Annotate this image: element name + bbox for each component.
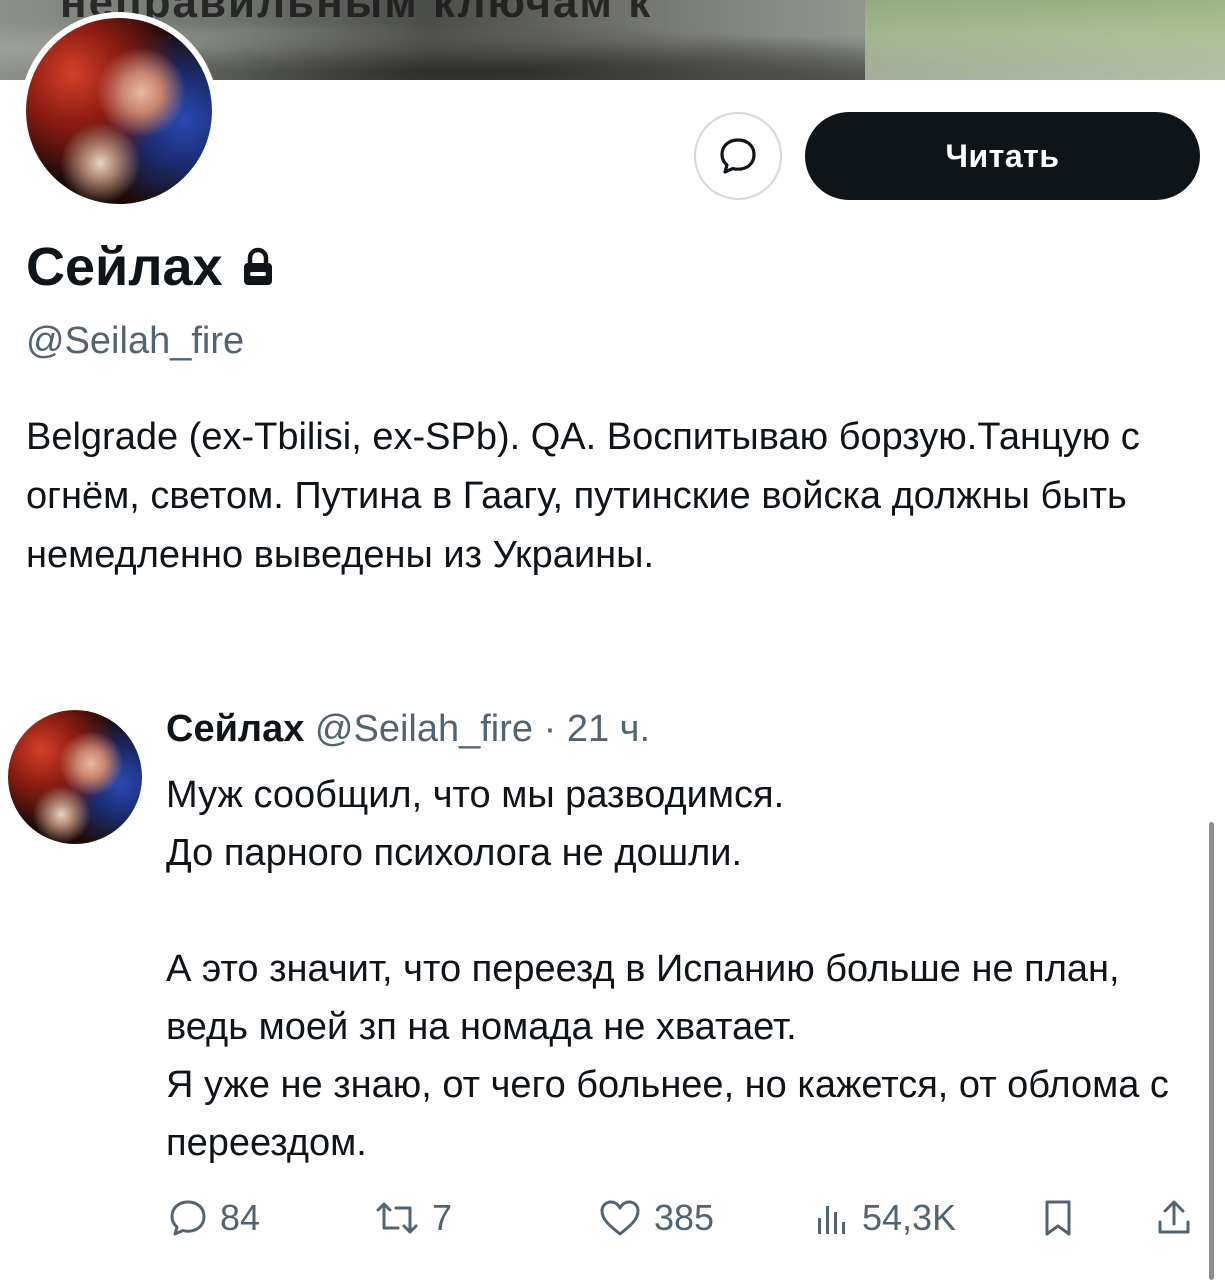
tweet-author-handle[interactable]: @Seilah_fire [315,708,533,750]
tweet-line: Муж сообщил, что мы разводимся. [166,774,785,816]
banner-green-area [865,0,1225,80]
views-count: 54,3K [862,1197,957,1238]
profile-bio: Belgrade (ex-Tbilisi, ex-SPb). QA. Воспи… [26,416,1140,576]
tweet-paragraph: А это значит, что переезд в Испанию боль… [166,948,1120,1048]
share-icon [1158,1200,1190,1234]
tweet-author-avatar[interactable] [8,710,142,844]
tweet-meta-separator: · [543,708,557,750]
heart-icon [600,1200,640,1236]
reply-icon [170,1200,206,1236]
bookmark-icon [1045,1200,1071,1236]
message-icon [720,138,756,174]
tweet-author-avatar-image [8,710,142,844]
tweet-timestamp[interactable]: 21 ч. [567,708,650,750]
bookmark-button[interactable] [1038,1190,1078,1246]
profile-page: неправильным ключам к Читать Сейлах @Sei… [0,0,1225,1280]
repost-button[interactable]: 7 [372,1190,452,1246]
profile-name-row: Сейлах [26,236,275,298]
lock-icon [243,247,272,285]
repost-icon [376,1202,418,1234]
tweet-header: Сейлах @Seilah_fire · 21 ч. [166,708,650,751]
follow-button[interactable]: Читать [805,112,1200,200]
views-button[interactable]: 54,3K [812,1190,956,1246]
reply-count: 84 [220,1197,261,1238]
tweet-paragraph: Я уже не знаю, от чего больнее, но кажет… [166,1064,1169,1164]
tweet-paragraph-gap [166,882,1206,940]
views-chart-icon [818,1206,845,1234]
profile-display-name: Сейлах [26,237,223,297]
tweet-actions: 84 7 385 54,3K [166,1190,1206,1246]
tweet-text: Муж сообщил, что мы разводимся. До парно… [166,766,1206,1172]
profile-avatar[interactable] [20,12,218,210]
profile-handle: @Seilah_fire [26,320,245,362]
message-button[interactable] [694,112,782,200]
like-button[interactable]: 385 [596,1190,714,1246]
like-count: 385 [654,1197,715,1238]
tweet-author-name[interactable]: Сейлах [166,708,304,750]
scrollbar[interactable] [1209,822,1214,1280]
share-button[interactable] [1152,1190,1196,1246]
tweet-line: До парного психолога не дошли. [166,832,743,874]
repost-count: 7 [432,1197,453,1238]
reply-button[interactable]: 84 [166,1190,260,1246]
profile-avatar-image [26,18,212,204]
